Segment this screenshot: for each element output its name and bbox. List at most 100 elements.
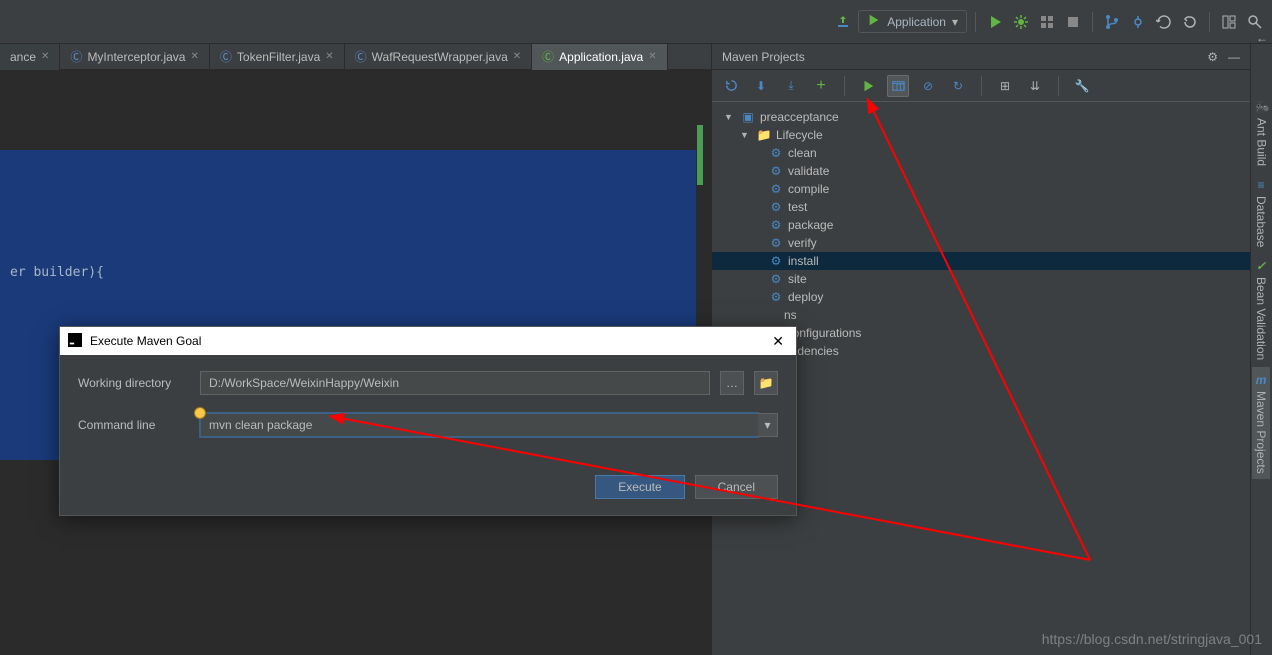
close-icon[interactable]: ✕ bbox=[648, 51, 656, 62]
lifecycle-phase-validate[interactable]: ⚙validate bbox=[712, 162, 1250, 180]
top-toolbar: Application ▾ bbox=[0, 0, 1272, 44]
coverage-icon[interactable] bbox=[1036, 11, 1058, 33]
toggle-offline-icon[interactable]: ⊘ bbox=[917, 75, 939, 97]
right-tool-sidebar: 🐜 Ant Build ≡Database ✓ Bean Validation mMave… bbox=[1250, 44, 1272, 655]
stop-icon[interactable] bbox=[1062, 11, 1084, 33]
refresh-icon[interactable]: ↻ bbox=[947, 75, 969, 97]
phase-label: install bbox=[788, 254, 819, 268]
project-structure-icon[interactable] bbox=[1218, 11, 1240, 33]
expand-arrow-icon[interactable]: ▼ bbox=[740, 130, 752, 140]
maven-panel-title: Maven Projects bbox=[722, 50, 805, 64]
inspection-marker bbox=[697, 125, 703, 185]
vcs-commit-icon[interactable] bbox=[1127, 11, 1149, 33]
tool-tab-label: Bean Validation bbox=[1254, 277, 1268, 360]
run-config-icon bbox=[867, 13, 881, 30]
gear-icon: ⚙ bbox=[768, 254, 784, 268]
close-icon[interactable]: ✕ bbox=[513, 51, 521, 62]
collapse-arrow-icon[interactable]: ← bbox=[1252, 28, 1272, 48]
minimize-icon[interactable]: — bbox=[1228, 50, 1240, 64]
maven-toolbar: ⬇ ⤓ + m ⊘ ↻ ⊞ ⇊ 🔧 bbox=[712, 70, 1250, 102]
lifecycle-phase-compile[interactable]: ⚙ compile bbox=[712, 180, 1250, 198]
settings-icon[interactable]: 🔧 bbox=[1071, 75, 1093, 97]
maven-panel-header: Maven Projects ⚙ — bbox=[712, 44, 1250, 70]
code-line: er builder){ bbox=[10, 265, 686, 280]
execute-button[interactable]: Execute bbox=[595, 475, 684, 499]
gear-icon: ⚙ bbox=[768, 182, 784, 196]
intention-bulb-icon[interactable] bbox=[194, 407, 206, 419]
tool-tab-bean-validation[interactable]: ✓ Bean Validation bbox=[1252, 253, 1270, 366]
add-icon[interactable]: + bbox=[810, 75, 832, 97]
maven-project-node[interactable]: ▼ ▣ preacceptance bbox=[712, 108, 1250, 126]
gear-icon: ⚙ bbox=[768, 236, 784, 250]
lifecycle-phase-install[interactable]: ⚙ install bbox=[712, 252, 1250, 270]
tool-tab-database[interactable]: ≡Database bbox=[1252, 172, 1270, 253]
phase-label: validate bbox=[788, 164, 829, 178]
tab-label: ance bbox=[10, 50, 36, 64]
java-class-icon: Ⓒ bbox=[355, 48, 367, 65]
tool-tab-ant-build[interactable]: 🐜 Ant Build bbox=[1252, 94, 1271, 172]
lifecycle-phase-deploy[interactable]: ⚙ deploy bbox=[712, 288, 1250, 306]
phase-label: deploy bbox=[788, 290, 823, 304]
command-line-label: Command line bbox=[78, 418, 190, 432]
run-configuration-selector[interactable]: Application ▾ bbox=[858, 10, 967, 33]
lifecycle-phase-site[interactable]: ⚙site bbox=[712, 270, 1250, 288]
close-icon[interactable]: ✕ bbox=[768, 333, 788, 350]
lifecycle-phase-package[interactable]: ⚙ package bbox=[712, 216, 1250, 234]
chevron-down-icon: ▾ bbox=[952, 15, 958, 29]
reimport-icon[interactable] bbox=[720, 75, 742, 97]
working-directory-input[interactable] bbox=[200, 371, 710, 395]
lifecycle-phase-test[interactable]: ⚙test bbox=[712, 198, 1250, 216]
browse-button[interactable]: … bbox=[720, 371, 744, 395]
editor-tab[interactable]: Ⓒ MyInterceptor.java ✕ bbox=[60, 44, 209, 70]
download-icon[interactable]: ⤓ bbox=[780, 75, 802, 97]
phase-label: package bbox=[788, 218, 833, 232]
phase-label: compile bbox=[788, 182, 829, 196]
show-dependencies-icon[interactable]: ⊞ bbox=[994, 75, 1016, 97]
vcs-history-icon[interactable] bbox=[1153, 11, 1175, 33]
folder-icon[interactable]: 📁 bbox=[754, 371, 778, 395]
debug-icon[interactable] bbox=[1010, 11, 1032, 33]
collapse-all-icon[interactable]: ⇊ bbox=[1024, 75, 1046, 97]
editor-tab[interactable]: Ⓒ TokenFilter.java ✕ bbox=[210, 44, 345, 70]
expand-arrow-icon[interactable]: ▼ bbox=[724, 112, 736, 122]
maven-module-icon: ▣ bbox=[740, 110, 756, 124]
cancel-button[interactable]: Cancel bbox=[695, 475, 778, 499]
gear-icon: ⚙ bbox=[768, 218, 784, 232]
phase-label: clean bbox=[788, 146, 817, 160]
tab-label: Application.java bbox=[559, 50, 643, 64]
java-class-icon: Ⓒ bbox=[542, 48, 554, 65]
close-icon[interactable]: ✕ bbox=[41, 51, 49, 62]
lifecycle-phase-clean[interactable]: ⚙clean bbox=[712, 144, 1250, 162]
intellij-icon bbox=[68, 333, 82, 350]
tool-tab-icon: 🐜 bbox=[1254, 100, 1269, 114]
close-icon[interactable]: ✕ bbox=[190, 51, 198, 62]
vcs-revert-icon[interactable] bbox=[1179, 11, 1201, 33]
gear-icon: ⚙ bbox=[768, 290, 784, 304]
vcs-update-icon[interactable] bbox=[832, 11, 854, 33]
lifecycle-node[interactable]: ▼ 📁 Lifecycle bbox=[712, 126, 1250, 144]
dialog-title: Execute Maven Goal bbox=[90, 334, 201, 348]
generate-sources-icon[interactable]: ⬇ bbox=[750, 75, 772, 97]
tab-label: TokenFilter.java bbox=[237, 50, 320, 64]
gear-icon[interactable]: ⚙ bbox=[1207, 50, 1218, 64]
execute-goal-icon[interactable]: m bbox=[887, 75, 909, 97]
project-name: preacceptance bbox=[760, 110, 839, 124]
close-icon[interactable]: ✕ bbox=[325, 51, 333, 62]
java-class-icon: Ⓒ bbox=[220, 48, 232, 65]
editor-tab-active[interactable]: Ⓒ Application.java ✕ bbox=[532, 44, 667, 70]
dropdown-arrow-icon[interactable]: ▾ bbox=[758, 413, 778, 437]
run-icon[interactable] bbox=[984, 11, 1006, 33]
dialog-titlebar[interactable]: Execute Maven Goal ✕ bbox=[60, 327, 796, 355]
run-maven-icon[interactable] bbox=[857, 75, 879, 97]
maven-node[interactable]: ns bbox=[712, 306, 1250, 324]
tool-tab-label: Ant Build bbox=[1255, 118, 1269, 166]
lifecycle-phase-verify[interactable]: ⚙verify bbox=[712, 234, 1250, 252]
working-directory-label: Working directory bbox=[78, 376, 190, 390]
run-config-label: Application bbox=[887, 15, 946, 29]
editor-tab[interactable]: Ⓒ WafRequestWrapper.java ✕ bbox=[345, 44, 532, 70]
tool-tab-icon: ✓ bbox=[1256, 259, 1266, 273]
tool-tab-maven-projects[interactable]: mMaven Projects bbox=[1252, 367, 1270, 480]
editor-tab[interactable]: ance ✕ bbox=[0, 44, 60, 70]
command-line-input[interactable] bbox=[200, 413, 758, 437]
git-branch-icon[interactable] bbox=[1101, 11, 1123, 33]
